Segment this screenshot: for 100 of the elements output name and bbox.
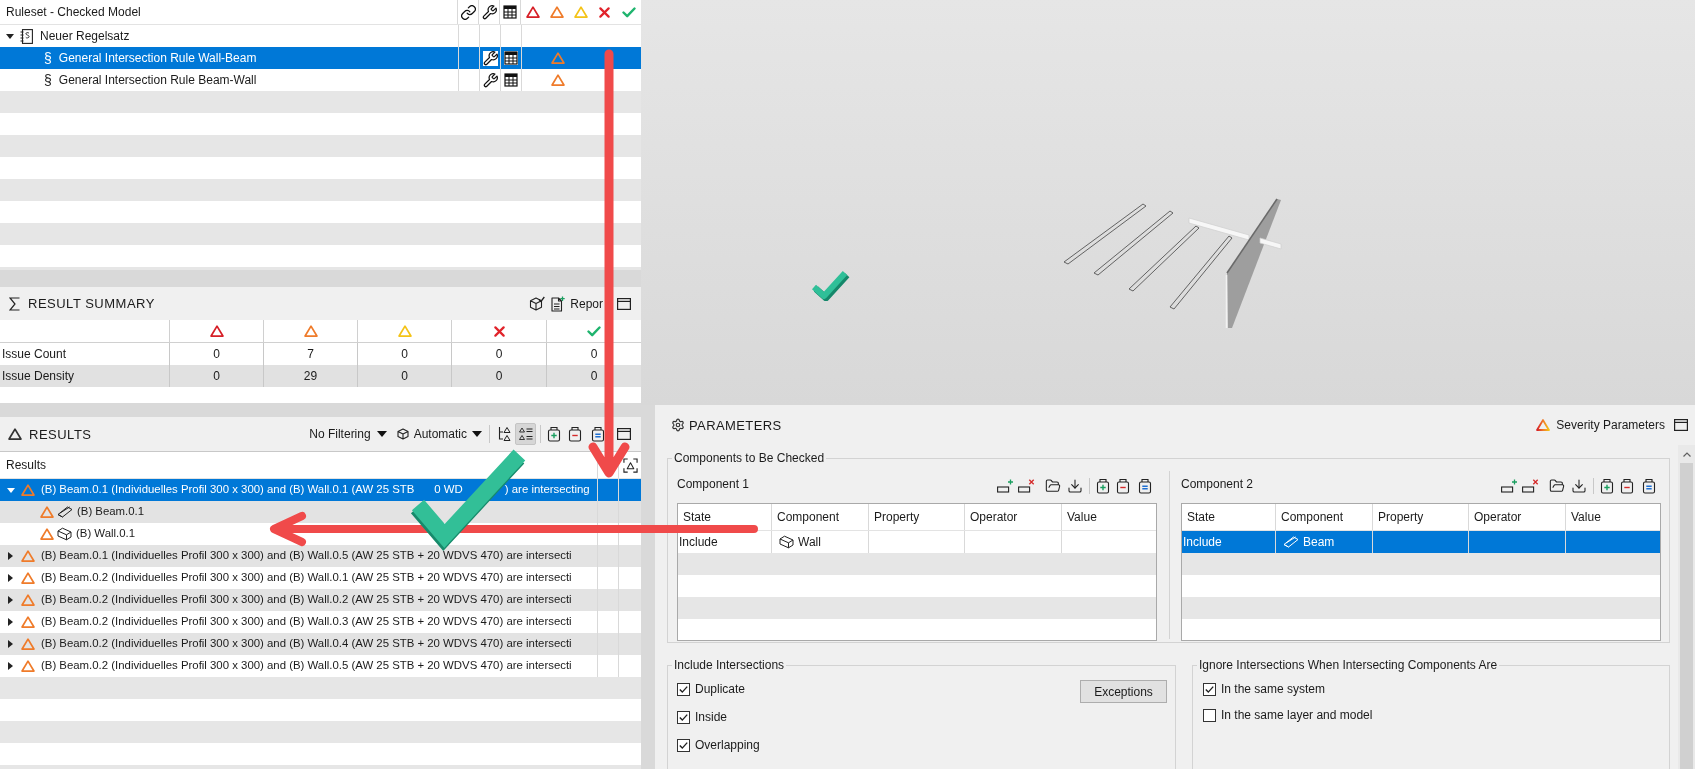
add-row-icon (997, 479, 1014, 493)
tree-row[interactable]: (B) Beam.0.1 (Individuelles Profil 300 x 300) and (B) Wall.0.1 (AW 25 STB 0 WD ) are intersecting (0, 479, 641, 501)
table-cell: Issue Count (2, 348, 67, 360)
check-icon (621, 6, 636, 18)
remove-container-button[interactable] (1116, 478, 1130, 494)
warning-triangle-icon (303, 325, 318, 337)
download-button[interactable] (1067, 478, 1083, 494)
checkbox-label[interactable]: In the same system (1221, 683, 1326, 695)
equal-container-button[interactable] (1138, 478, 1152, 494)
exceptions-button[interactable]: Exceptions (1080, 680, 1167, 703)
table-row[interactable]: Include Beam (1182, 531, 1660, 553)
add-row-button[interactable] (997, 479, 1014, 493)
checkbox[interactable] (677, 710, 690, 724)
tree-row[interactable]: § General Intersection Rule Wall-Beam (0, 47, 641, 69)
warning-triangle-icon (21, 550, 35, 562)
remove-row-button[interactable] (1018, 479, 1035, 493)
filter-dropdown[interactable]: No Filtering (309, 428, 387, 440)
checkbox-label[interactable]: In the same layer and model (1221, 709, 1373, 721)
checkbox[interactable] (1203, 708, 1216, 722)
critical-triangle-icon (525, 6, 540, 18)
scrollbar-thumb[interactable] (1680, 463, 1693, 769)
scrollbar[interactable] (1678, 445, 1695, 769)
table-icon (503, 5, 517, 19)
remove-row-icon (1522, 479, 1539, 493)
checkbox[interactable] (677, 682, 690, 696)
table-cell: 0 (590, 348, 598, 360)
container-equals-icon (591, 426, 605, 442)
folder-icon (1549, 478, 1565, 494)
table-cell: 0 (401, 370, 408, 382)
column-header: State (1187, 511, 1216, 523)
add-container-button[interactable] (1600, 478, 1614, 494)
checkbox[interactable] (1203, 682, 1216, 696)
table-cell: Include (679, 536, 718, 548)
table-icon (504, 51, 518, 65)
container-minus-icon (1620, 478, 1634, 494)
wrench-icon (482, 72, 498, 88)
container-plus-icon (1096, 478, 1110, 494)
checkbox-label[interactable]: Duplicate (695, 683, 746, 695)
checkbox-label[interactable]: Overlapping (695, 739, 760, 751)
critical-triangle-icon (209, 325, 224, 337)
document-plus-icon (551, 295, 566, 312)
remove-container-button[interactable] (1620, 478, 1634, 494)
tree-row[interactable]: (B) Beam.0.2 (Individuelles Profil 300 x 300) and (B) Wall.0.2 (AW 25 STB + 20 WDVS 470) are intersecti (0, 589, 641, 611)
tree-row[interactable]: (B) Beam.0.1 (0, 501, 641, 523)
section-icon: § (44, 72, 52, 88)
list-view-button[interactable] (515, 423, 536, 445)
table-cell: 0 (213, 348, 220, 360)
window-icon (1674, 419, 1688, 431)
table-cell: 0 (495, 370, 503, 382)
column-header: Operator (1474, 511, 1522, 523)
container-plus-icon (547, 426, 561, 442)
table-icon (504, 73, 518, 87)
container-equals-icon (1642, 478, 1656, 494)
caution-triangle-icon (573, 6, 588, 18)
warning-triangle-icon (21, 616, 35, 628)
remove-row-button[interactable] (1522, 479, 1539, 493)
container-equals-icon (1138, 478, 1152, 494)
scroll-up-icon (1682, 451, 1691, 457)
rule-book-icon (20, 28, 33, 44)
table-cell: 0 (495, 348, 503, 360)
column-header: Component (1281, 511, 1344, 523)
equal-container-button[interactable] (1642, 478, 1656, 494)
x-mark-icon (599, 6, 611, 18)
column-header: Component (777, 511, 840, 523)
add-row-button[interactable] (1501, 479, 1518, 493)
add-row-icon (1501, 479, 1518, 493)
section-icon: § (44, 50, 52, 66)
triangle-icon (8, 428, 22, 440)
table-cell: 0 (401, 348, 408, 360)
severity-parameters-button[interactable]: Severity Parameters (1536, 419, 1665, 431)
table-cell: Wall (798, 536, 821, 548)
cube-check-icon (529, 295, 546, 312)
wrench-icon (482, 50, 498, 66)
warning-triangle-icon (21, 594, 35, 606)
beam-icon (1283, 536, 1299, 548)
window-icon (617, 428, 631, 440)
check-icon (587, 325, 601, 337)
download-button[interactable] (1571, 478, 1587, 494)
table-cell: 29 (303, 370, 318, 382)
column-header: State (683, 511, 712, 523)
checkbox-label[interactable]: Inside (695, 711, 728, 723)
download-icon (1571, 478, 1587, 494)
panel-title: PARAMETERS (689, 418, 782, 432)
table-cell: Beam (1303, 536, 1335, 548)
warning-triangle-icon (40, 528, 54, 540)
list-icon (518, 427, 533, 441)
checkbox[interactable] (677, 738, 690, 752)
warning-triangle-icon (549, 6, 564, 18)
tree-row[interactable]: (B) Beam.0.2 (Individuelles Profil 300 x 300) and (B) Wall.0.4 (AW 25 STB + 20 WDVS 470) are intersecti (0, 633, 641, 655)
open-folder-button[interactable] (1549, 478, 1565, 494)
column-header: Property (874, 511, 920, 523)
add-container-button[interactable] (1096, 478, 1110, 494)
container-plus-icon (1600, 478, 1614, 494)
tree-icon (497, 426, 511, 442)
tree-row[interactable]: (B) Beam.0.1 (Individuelles Profil 300 x 300) and (B) Wall.0.5 (AW 25 STB + 20 WDVS 470) are intersecti (0, 545, 641, 567)
wall-icon (779, 535, 794, 549)
report-button[interactable]: Repor (551, 295, 603, 312)
column-header: Ruleset - Checked Model (6, 6, 141, 18)
mode-dropdown[interactable]: Automatic (396, 428, 482, 440)
open-folder-button[interactable] (1045, 478, 1061, 494)
